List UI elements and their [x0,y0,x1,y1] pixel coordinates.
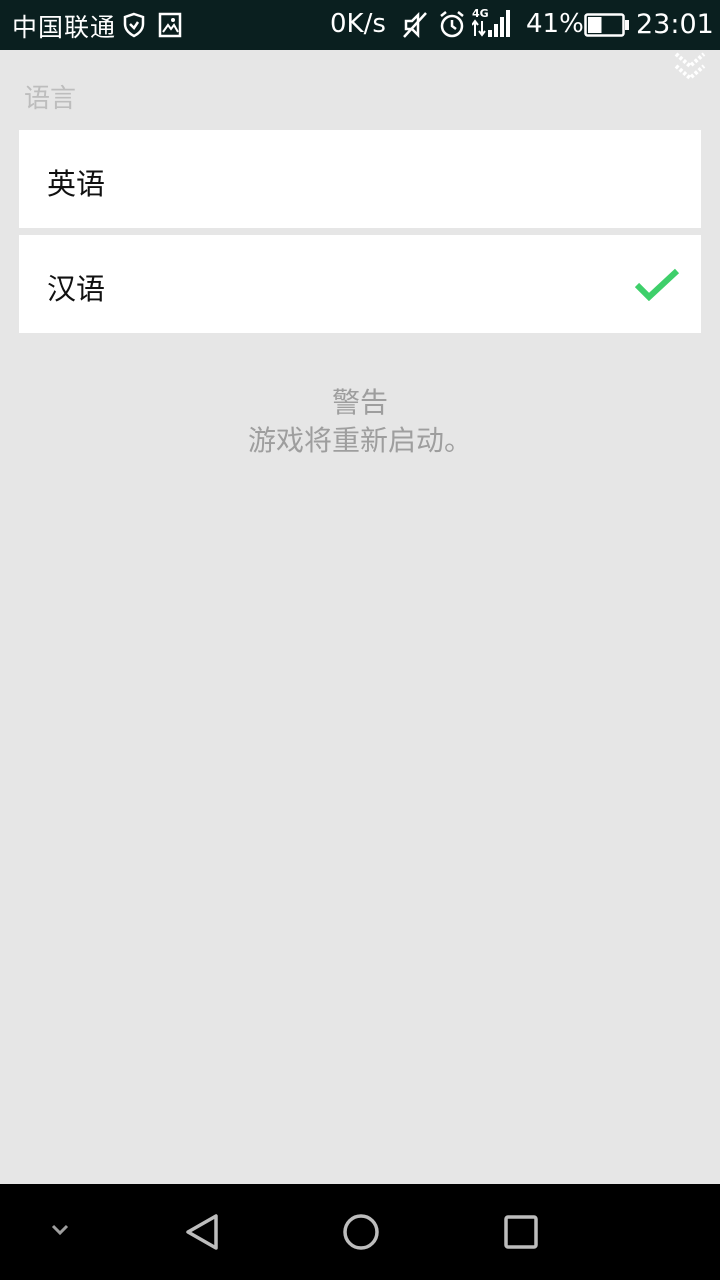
warning-title: 警告 [331,386,388,419]
mute-icon [402,11,428,46]
alarm-icon [438,10,466,47]
navigation-bar [0,1184,720,1280]
signal-icon: 4G [471,6,514,47]
image-icon [158,12,182,45]
status-bar: 中国联通 0K/s 4G 41% 23:01 [0,0,720,50]
language-option-chinese[interactable]: 汉语 [19,235,701,333]
battery-percent: 41% [526,9,584,39]
warning-block: 警告 游戏将重新启动。 [0,384,720,460]
back-icon[interactable] [182,1212,222,1256]
carrier-name: 中国联通 [12,13,117,42]
section-title: 语言 [24,84,77,114]
option-label: 汉语 [47,272,106,306]
net-speed: 0K/s [330,9,386,39]
language-option-english[interactable]: 英语 [19,130,701,228]
recents-icon[interactable] [503,1214,539,1254]
double-chevron-down-icon[interactable] [672,50,708,84]
network-type: 4G [472,7,489,20]
clock: 23:01 [636,9,714,40]
chevron-down-icon[interactable] [48,1220,72,1244]
shield-icon [122,12,146,45]
option-label: 英语 [47,167,106,201]
screen: 中国联通 0K/s 4G 41% 23:01 语言 英语 汉语 警告 游戏将重新… [0,0,720,1280]
warning-message: 游戏将重新启动。 [247,424,472,457]
battery-icon [584,13,630,44]
checkmark-icon [634,267,680,302]
home-icon[interactable] [341,1212,381,1256]
